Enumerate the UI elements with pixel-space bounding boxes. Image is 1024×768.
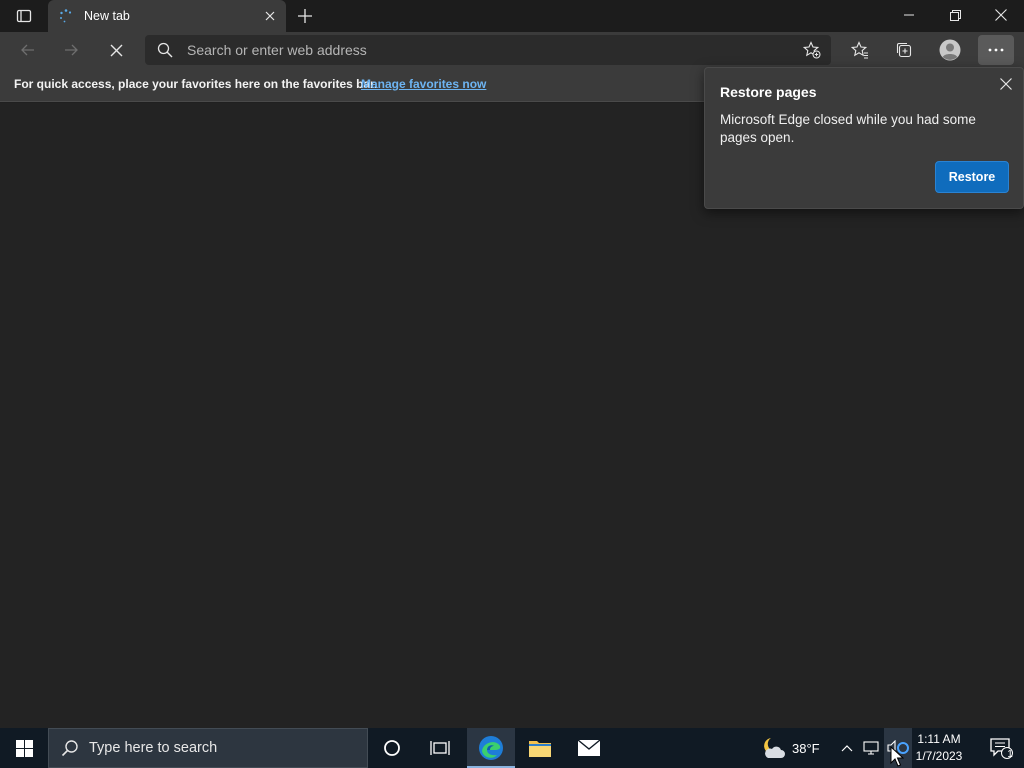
folder-icon bbox=[529, 741, 551, 757]
favorites-bar-message: For quick access, place your favorites h… bbox=[14, 77, 378, 91]
plus-icon bbox=[298, 9, 312, 23]
restore-down-icon bbox=[949, 9, 961, 21]
taskbar-clock[interactable]: 1:11 AM 1/7/2023 bbox=[908, 731, 970, 765]
cortana-icon bbox=[384, 740, 400, 756]
restore-down-button[interactable] bbox=[932, 0, 978, 30]
new-tab-button[interactable] bbox=[292, 4, 318, 28]
favorites-icon bbox=[851, 41, 868, 59]
title-bar: New tab bbox=[0, 0, 1024, 32]
restore-pages-dialog: Restore pages Microsoft Edge closed whil… bbox=[704, 67, 1024, 209]
collections-button[interactable] bbox=[888, 35, 920, 65]
taskbar: Type here to search 38°F 1:11 AM 1/7/202… bbox=[0, 728, 1024, 768]
tab-new-tab[interactable]: New tab bbox=[48, 0, 286, 32]
tab-close-button[interactable] bbox=[258, 4, 282, 28]
profile-button[interactable] bbox=[934, 35, 966, 65]
collections-icon bbox=[896, 42, 912, 58]
favorites-button[interactable] bbox=[844, 35, 876, 65]
network-tray-button[interactable] bbox=[860, 728, 882, 768]
minimize-button[interactable] bbox=[886, 0, 932, 30]
minimize-icon bbox=[904, 14, 914, 16]
close-icon bbox=[1000, 78, 1012, 90]
stop-loading-button[interactable] bbox=[100, 35, 132, 65]
close-icon bbox=[110, 44, 122, 56]
more-horizontal-icon bbox=[988, 48, 1004, 52]
clock-date: 1/7/2023 bbox=[915, 749, 963, 763]
close-window-button[interactable] bbox=[978, 0, 1024, 30]
mouse-cursor-icon bbox=[890, 746, 904, 767]
dialog-close-button[interactable] bbox=[995, 73, 1017, 95]
edge-logo-icon bbox=[479, 736, 503, 760]
address-input[interactable] bbox=[187, 40, 767, 60]
tab-actions-menu-button[interactable] bbox=[8, 4, 40, 28]
notification-count-badge: 1 bbox=[1007, 749, 1013, 760]
show-hidden-icons-button[interactable] bbox=[836, 728, 858, 768]
network-icon bbox=[863, 741, 879, 755]
action-center-button[interactable]: 1 bbox=[978, 728, 1024, 768]
restore-button[interactable]: Restore bbox=[935, 161, 1009, 193]
cortana-button[interactable] bbox=[368, 728, 416, 768]
tab-title: New tab bbox=[84, 9, 130, 23]
add-to-favorites-button[interactable] bbox=[799, 38, 825, 62]
forward-button[interactable] bbox=[55, 35, 87, 65]
dialog-message: Microsoft Edge closed while you had some… bbox=[720, 112, 976, 145]
forward-arrow-icon bbox=[65, 44, 78, 56]
taskbar-edge-button[interactable] bbox=[467, 728, 515, 768]
avatar-icon bbox=[939, 39, 961, 61]
back-arrow-icon bbox=[21, 44, 34, 56]
back-button[interactable] bbox=[12, 35, 44, 65]
loading-spinner-icon bbox=[60, 9, 72, 23]
taskbar-search-placeholder: Type here to search bbox=[89, 740, 218, 756]
manage-favorites-link[interactable]: Manage favorites now bbox=[361, 77, 486, 91]
taskbar-search-box[interactable]: Type here to search bbox=[48, 728, 368, 768]
task-view-icon bbox=[430, 741, 450, 755]
settings-and-more-button[interactable] bbox=[978, 35, 1014, 65]
search-icon bbox=[61, 740, 78, 757]
star-add-icon bbox=[803, 41, 821, 59]
taskbar-file-explorer-button[interactable] bbox=[516, 728, 564, 768]
task-view-button[interactable] bbox=[416, 728, 464, 768]
search-icon bbox=[157, 42, 173, 58]
partly-cloudy-night-icon bbox=[764, 738, 785, 758]
address-bar[interactable] bbox=[145, 35, 831, 65]
windows-logo-icon bbox=[15, 739, 33, 757]
browser-toolbar bbox=[0, 32, 1024, 68]
weather-widget[interactable]: 38°F bbox=[760, 728, 820, 768]
mail-icon bbox=[577, 739, 601, 756]
chevron-up-icon bbox=[841, 745, 853, 752]
close-icon bbox=[995, 9, 1007, 21]
start-button[interactable] bbox=[0, 728, 48, 768]
taskbar-mail-button[interactable] bbox=[565, 728, 613, 768]
close-icon bbox=[265, 11, 275, 21]
tab-actions-icon bbox=[16, 9, 32, 23]
dialog-title: Restore pages bbox=[720, 84, 817, 100]
weather-temperature: 38°F bbox=[792, 740, 820, 756]
clock-time: 1:11 AM bbox=[917, 732, 961, 746]
